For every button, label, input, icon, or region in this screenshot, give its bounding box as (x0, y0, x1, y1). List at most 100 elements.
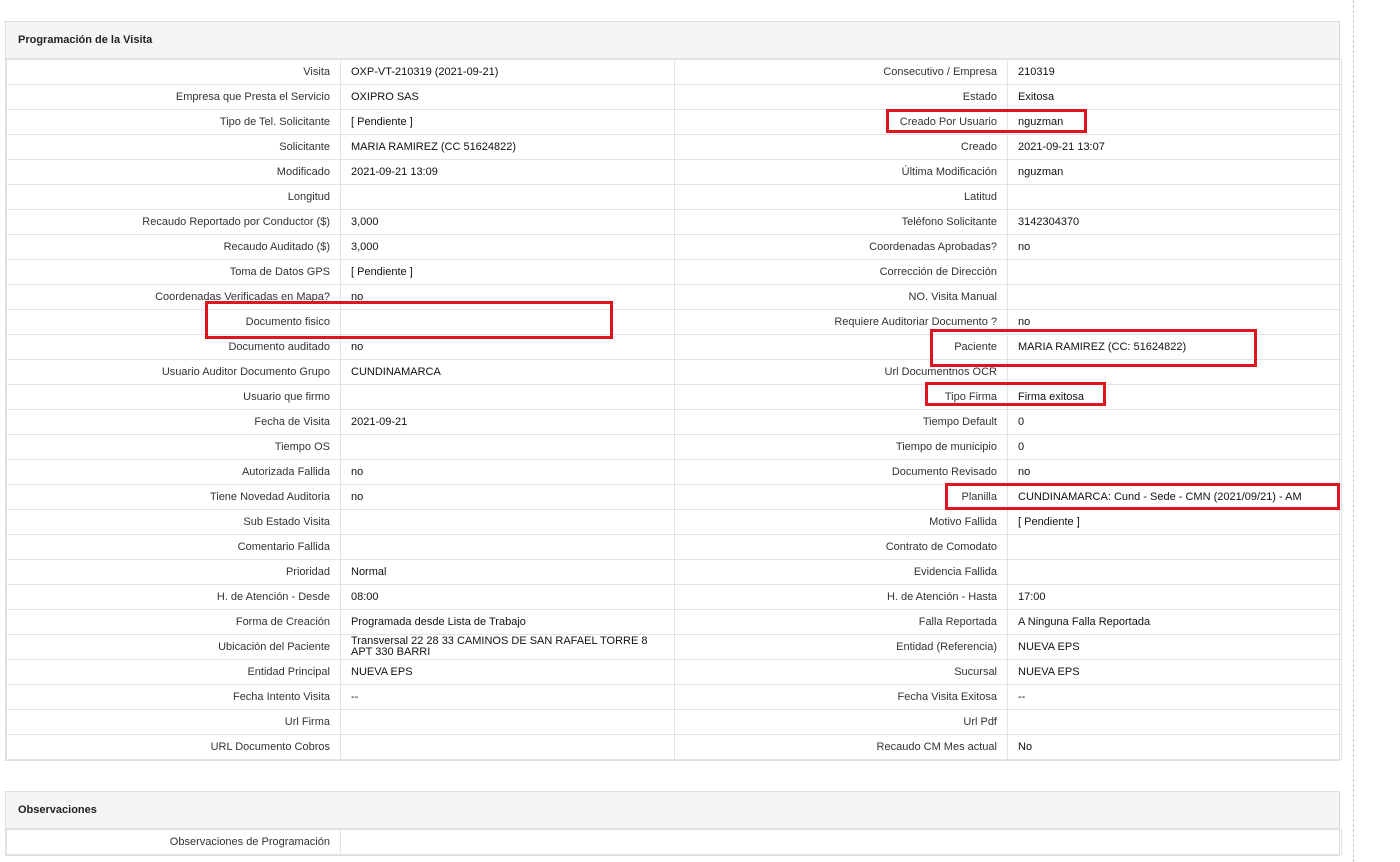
value-h-de-atencion-desde: 08:00 (340, 584, 675, 610)
table-row: Prioridad Normal Evidencia Fallida (6, 559, 1342, 585)
label-url-pdf: Url Pdf (674, 709, 1008, 735)
label-tiempo-os: Tiempo OS (6, 434, 341, 460)
label-url-documentnos-ocr: Url Documentnos OCR (674, 359, 1008, 385)
label-empresa-que-presta-el-servicio: Empresa que Presta el Servicio (6, 84, 341, 110)
table-row: Documento fisico Requiere Auditoriar Docu… (6, 309, 1342, 335)
value-tipo-firma: Firma exitosa (1007, 384, 1342, 410)
label-tiempo-default: Tiempo Default (674, 409, 1008, 435)
label-fecha-intento-visita: Fecha Intento Visita (6, 684, 341, 710)
value-observaciones-de-programacion (340, 829, 1342, 855)
label-longitud: Longitud (6, 184, 341, 210)
label-consecutivo-empresa: Consecutivo / Empresa (674, 59, 1008, 85)
value-usuario-auditor-documento-grupo: CUNDINAMARCA (340, 359, 675, 385)
programacion-title: Programación de la Visita (6, 22, 1339, 59)
value-recaudo-reportado-por-conductor: 3,000 (340, 209, 675, 235)
label-entidad-referencia: Entidad (Referencia) (674, 634, 1008, 660)
table-row: Empresa que Presta el Servicio OXIPRO SAS… (6, 84, 1342, 110)
table-row: Documento auditado no Paciente MARIA RAMIR… (6, 334, 1342, 360)
value-tiempo-de-municipio: 0 (1007, 434, 1342, 460)
label-coordenadas-verificadas-en-mapa: Coordenadas Verificadas en Mapa? (6, 284, 341, 310)
label-forma-de-creacion: Forma de Creación (6, 609, 341, 635)
value-documento-revisado: no (1007, 459, 1342, 485)
value-estado: Exitosa (1007, 84, 1342, 110)
value-modificado: 2021-09-21 13:09 (340, 159, 675, 185)
table-row: Visita OXP-VT-210319 (2021-09-21) Consecut… (6, 59, 1342, 85)
value-tiempo-os (340, 434, 675, 460)
observaciones-table: Observaciones de Programación (6, 829, 1342, 855)
label-comentario-fallida: Comentario Fallida (6, 534, 341, 560)
value-paciente: MARIA RAMIREZ (CC: 51624822) (1007, 334, 1342, 360)
value-url-firma (340, 709, 675, 735)
label-motivo-fallida: Motivo Fallida (674, 509, 1008, 535)
value-contrato-de-comodato (1007, 534, 1342, 560)
label-evidencia-fallida: Evidencia Fallida (674, 559, 1008, 585)
label-telefono-solicitante: Teléfono Solicitante (674, 209, 1008, 235)
table-row: Tipo de Tel. Solicitante[ Pendiente ] Cre… (6, 109, 1342, 135)
label-tiene-novedad-auditoria: Tiene Novedad Auditoria (6, 484, 341, 510)
value-telefono-solicitante: 3142304370 (1007, 209, 1342, 235)
label-tipo-firma: Tipo Firma (674, 384, 1008, 410)
value-evidencia-fallida (1007, 559, 1342, 585)
label-estado: Estado (674, 84, 1008, 110)
label-requiere-auditoriar-documento: Requiere Auditoriar Documento ? (674, 309, 1008, 335)
value-fecha-de-visita: 2021-09-21 (340, 409, 675, 435)
table-row: Url Firma Url Pdf (6, 709, 1342, 735)
table-row: Usuario que firmo Tipo Firma Firma exitosa (6, 384, 1342, 410)
label-usuario-que-firmo: Usuario que firmo (6, 384, 341, 410)
value-creado-por-usuario: nguzman (1007, 109, 1342, 135)
value-ultima-modificacion: nguzman (1007, 159, 1342, 185)
label-usuario-auditor-documento-grupo: Usuario Auditor Documento Grupo (6, 359, 341, 385)
table-row: Longitud Latitud (6, 184, 1342, 210)
page-divider (1353, 0, 1354, 862)
table-row: Comentario Fallida Contrato de Comodato (6, 534, 1342, 560)
label-visita: Visita (6, 59, 341, 85)
label-url-firma: Url Firma (6, 709, 341, 735)
value-toma-de-datos-gps: [ Pendiente ] (340, 259, 675, 285)
value-motivo-fallida: [ Pendiente ] (1007, 509, 1342, 535)
label-toma-de-datos-gps: Toma de Datos GPS (6, 259, 341, 285)
label-modificado: Modificado (6, 159, 341, 185)
value-ubicacion-del-paciente: Transversal 22 28 33 CAMINOS DE SAN RAFA… (340, 634, 675, 660)
value-requiere-auditoriar-documento: no (1007, 309, 1342, 335)
value-entidad-principal: NUEVA EPS (340, 659, 675, 685)
value-correccion-de-direccion (1007, 259, 1342, 285)
value-url-documentnos-ocr (1007, 359, 1342, 385)
value-sucursal: NUEVA EPS (1007, 659, 1342, 685)
value-solicitante: MARIA RAMIREZ (CC 51624822) (340, 134, 675, 160)
label-latitud: Latitud (674, 184, 1008, 210)
table-row: H. de Atención - Desde 08:00 H. de Atenció… (6, 584, 1342, 610)
label-entidad-principal: Entidad Principal (6, 659, 341, 685)
table-row: Tiempo OS Tiempo de municipio 0 (6, 434, 1342, 460)
label-creado-por-usuario: Creado Por Usuario (674, 109, 1008, 135)
table-row: Tiene Novedad Auditoria no Planilla CUNDIN… (6, 484, 1342, 510)
value-recaudo-auditado: 3,000 (340, 234, 675, 260)
value-fecha-visita-exitosa: -- (1007, 684, 1342, 710)
label-documento-auditado: Documento auditado (6, 334, 341, 360)
value-empresa-que-presta-el-servicio: OXIPRO SAS (340, 84, 675, 110)
label-prioridad: Prioridad (6, 559, 341, 585)
value-url-documento-cobros (340, 734, 675, 760)
table-row: URL Documento Cobros Recaudo CM Mes actua… (6, 734, 1342, 760)
table-row: Recaudo Auditado ($) 3,000 Coordenadas Apr… (6, 234, 1342, 260)
value-tiempo-default: 0 (1007, 409, 1342, 435)
value-coordenadas-verificadas-en-mapa: no (340, 284, 675, 310)
label-coordenadas-aprobadas: Coordenadas Aprobadas? (674, 234, 1008, 260)
value-sub-estado-visita (340, 509, 675, 535)
value-url-pdf (1007, 709, 1342, 735)
label-ubicacion-del-paciente: Ubicación del Paciente (6, 634, 341, 660)
label-documento-fisico: Documento fisico (6, 309, 341, 335)
table-row: Fecha Intento Visita -- Fecha Visita Exit… (6, 684, 1342, 710)
label-sucursal: Sucursal (674, 659, 1008, 685)
label-creado: Creado (674, 134, 1008, 160)
table-row: Toma de Datos GPS[ Pendiente ] Corrección… (6, 259, 1342, 285)
observaciones-title: Observaciones (6, 792, 1339, 829)
label-documento-revisado: Documento Revisado (674, 459, 1008, 485)
label-recaudo-reportado-por-conductor: Recaudo Reportado por Conductor ($) (6, 209, 341, 235)
value-h-de-atencion-hasta: 17:00 (1007, 584, 1342, 610)
label-recaudo-auditado: Recaudo Auditado ($) (6, 234, 341, 260)
value-tipo-de-tel-solicitante: [ Pendiente ] (340, 109, 675, 135)
value-comentario-fallida (340, 534, 675, 560)
label-solicitante: Solicitante (6, 134, 341, 160)
observaciones-panel: Observaciones Observaciones de Programac… (5, 791, 1342, 856)
label-sub-estado-visita: Sub Estado Visita (6, 509, 341, 535)
